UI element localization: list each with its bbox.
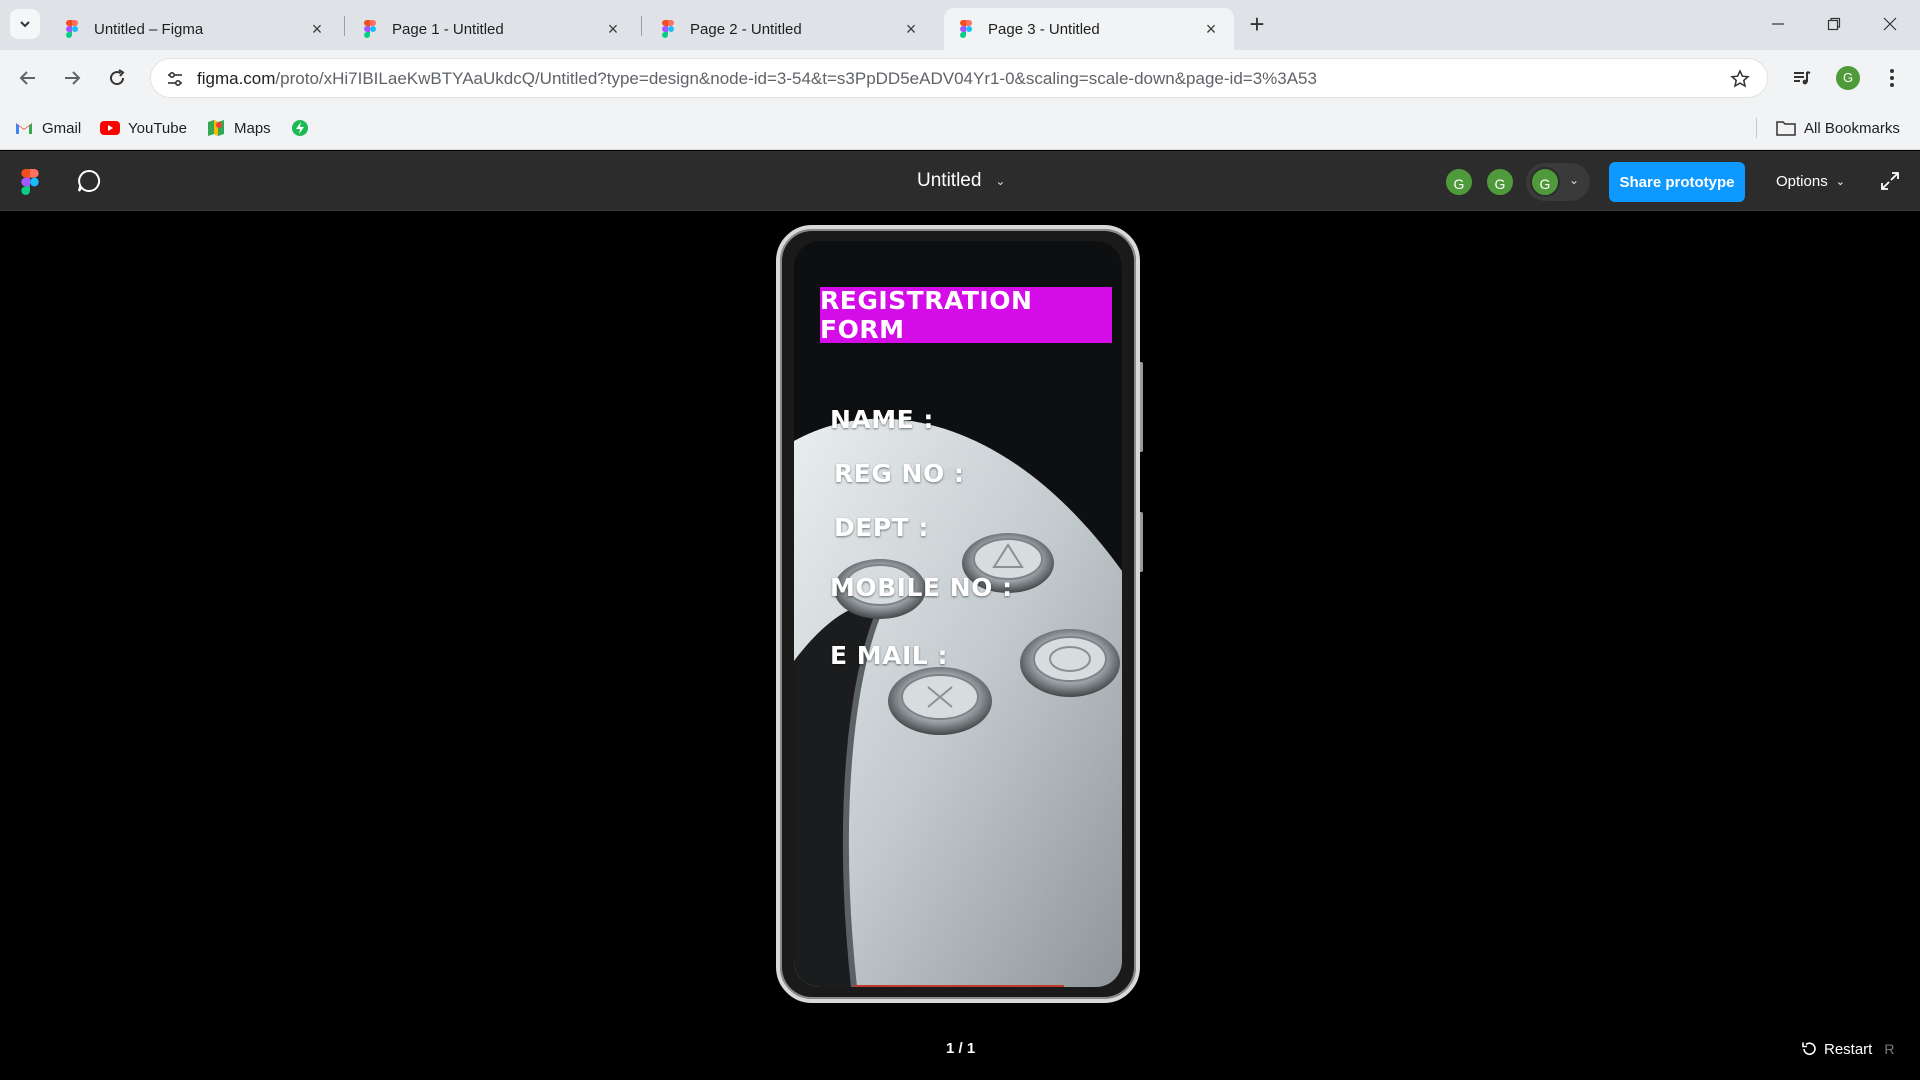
tab-page-2[interactable]: Page 2 - Untitled ×: [646, 8, 934, 50]
figma-logo-icon[interactable]: [20, 169, 40, 195]
bookmarks-bar: Gmail YouTube Maps All Bookmarks: [0, 106, 1920, 150]
media-controls-button[interactable]: [1786, 62, 1818, 94]
star-icon: [1730, 69, 1750, 88]
options-menu-button[interactable]: Options ⌄: [1776, 169, 1845, 193]
close-icon[interactable]: ×: [902, 20, 920, 38]
address-bar[interactable]: figma.com/proto/xHi7IBILaeKwBTYAaUkdcQ/U…: [150, 58, 1768, 98]
bookmark-gmail[interactable]: Gmail: [14, 116, 81, 140]
site-info-button[interactable]: [161, 65, 189, 93]
more-vertical-icon: [1890, 69, 1894, 87]
gmail-icon: [14, 119, 34, 137]
close-icon: [1883, 17, 1897, 31]
restore-button[interactable]: [1814, 8, 1854, 40]
tab-title: Page 1 - Untitled: [392, 20, 504, 38]
fullscreen-expand-icon[interactable]: [1878, 169, 1902, 193]
playlist-music-icon: [1794, 71, 1811, 85]
collaborator-avatar[interactable]: G: [1485, 167, 1515, 197]
browser-menu-button[interactable]: [1876, 62, 1908, 94]
figma-favicon-icon: [960, 20, 972, 38]
restore-window-icon: [1827, 17, 1841, 31]
collaborator-avatar[interactable]: G: [1444, 167, 1474, 197]
page-counter: 1 / 1: [946, 1040, 976, 1057]
mobile-no-label: MOBILE NO :: [830, 573, 1013, 602]
bookmark-youtube[interactable]: YouTube: [100, 116, 187, 140]
profile-button[interactable]: G: [1832, 62, 1864, 94]
tab-page-3[interactable]: Page 3 - Untitled ×: [944, 8, 1234, 50]
figma-favicon-icon: [66, 20, 78, 38]
tab-page-1[interactable]: Page 1 - Untitled ×: [348, 8, 636, 50]
profile-avatar: G: [1836, 66, 1860, 90]
figma-favicon-icon: [364, 20, 376, 38]
bookmark-maps[interactable]: Maps: [206, 116, 271, 140]
url-text[interactable]: figma.com/proto/xHi7IBILaeKwBTYAaUkdcQ/U…: [197, 69, 1317, 89]
arrow-right-icon: [65, 71, 81, 85]
figma-favicon-icon: [662, 20, 674, 38]
tab-title: Untitled – Figma: [94, 20, 204, 38]
reload-button[interactable]: [101, 62, 133, 94]
bolt-extension-icon: [290, 119, 310, 137]
email-label: E MAIL :: [830, 641, 948, 670]
reload-icon: [110, 69, 125, 86]
options-label: Options: [1776, 172, 1828, 190]
chevron-down-icon: ⌄: [1835, 175, 1845, 188]
tab-title: Page 2 - Untitled: [690, 20, 802, 38]
file-title: Untitled: [917, 170, 982, 191]
back-button[interactable]: [12, 62, 44, 94]
screen-bottom-edge: [854, 985, 1064, 987]
restart-label: Restart: [1824, 1040, 1873, 1058]
close-window-button[interactable]: [1870, 8, 1910, 40]
arrow-left-icon: [19, 71, 35, 85]
minimize-icon: [1772, 23, 1784, 25]
bookmark-label: Maps: [234, 119, 271, 137]
chevron-down-icon: ⌄: [995, 174, 1006, 188]
prototype-screen[interactable]: REGISTRATION FORM NAME : REG NO : DEPT :…: [794, 241, 1122, 987]
tab-title: Page 3 - Untitled: [988, 20, 1100, 38]
game-controller-image: [794, 241, 1122, 987]
forward-button[interactable]: [56, 62, 88, 94]
bookmark-label: Gmail: [42, 119, 82, 137]
maps-icon: [206, 119, 226, 137]
comment-icon[interactable]: [76, 168, 102, 194]
bookmark-star-button[interactable]: [1727, 66, 1753, 92]
tab-separator: [641, 16, 642, 36]
close-icon[interactable]: ×: [308, 20, 326, 38]
minimize-button[interactable]: [1758, 8, 1798, 40]
folder-icon: [1776, 119, 1796, 137]
browser-tabstrip: Untitled – Figma × Page 1 - Untitled × P…: [0, 0, 1920, 50]
restart-shortcut: R: [1884, 1041, 1895, 1057]
new-tab-button[interactable]: +: [1244, 11, 1270, 38]
bookmark-label: YouTube: [128, 119, 187, 137]
close-icon[interactable]: ×: [1202, 20, 1220, 38]
dept-label: DEPT :: [834, 513, 929, 542]
chevron-down-icon: ⌄: [1569, 173, 1580, 187]
browser-toolbar: figma.com/proto/xHi7IBILaeKwBTYAaUkdcQ/U…: [0, 50, 1920, 106]
reg-no-label: REG NO :: [834, 459, 965, 488]
close-icon[interactable]: ×: [604, 20, 622, 38]
bookmark-extension[interactable]: [290, 116, 318, 140]
youtube-icon: [100, 119, 120, 137]
registration-form-title: REGISTRATION FORM: [820, 286, 1112, 344]
url-path: /proto/xHi7IBILaeKwBTYAaUkdcQ/Untitled?t…: [275, 69, 1317, 88]
all-bookmarks-button[interactable]: All Bookmarks: [1776, 116, 1900, 140]
name-label: NAME :: [830, 405, 934, 434]
chevron-down-icon: [20, 21, 30, 28]
tab-search-button[interactable]: [10, 9, 40, 39]
tab-separator: [344, 16, 345, 36]
prototype-canvas: REGISTRATION FORM NAME : REG NO : DEPT :…: [0, 212, 1920, 1080]
restart-button[interactable]: Restart R: [1800, 1038, 1894, 1060]
url-host: figma.com: [197, 69, 276, 88]
phone-frame: REGISTRATION FORM NAME : REG NO : DEPT :…: [776, 225, 1140, 1003]
all-bookmarks-label: All Bookmarks: [1804, 119, 1900, 137]
collaborator-avatar[interactable]: G: [1530, 167, 1560, 197]
file-title-menu[interactable]: Untitled ⌄: [917, 169, 1005, 193]
share-prototype-button[interactable]: Share prototype: [1609, 162, 1745, 202]
tab-untitled-figma[interactable]: Untitled – Figma ×: [50, 8, 340, 50]
bookmarks-divider: [1756, 118, 1757, 138]
tune-icon: [168, 71, 182, 87]
restart-icon: [1802, 1042, 1816, 1055]
figma-prototype-header: Untitled ⌄ G G G ⌄ Share prototype Optio…: [0, 151, 1920, 211]
